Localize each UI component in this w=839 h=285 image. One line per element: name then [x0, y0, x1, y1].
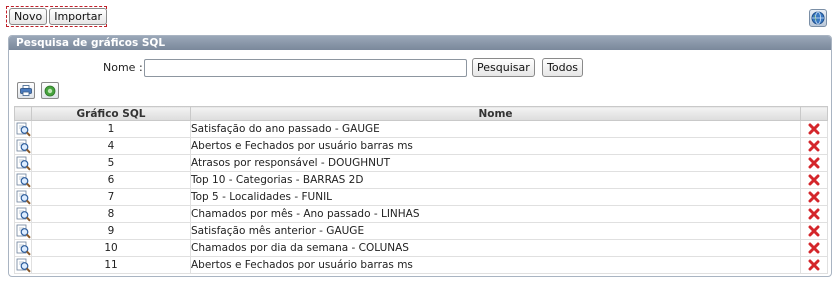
- delete-cell: [800, 239, 828, 257]
- print-icon[interactable]: [17, 82, 35, 99]
- import-button[interactable]: Importar: [49, 8, 107, 25]
- chart-name-cell: Chamados por mês - Ano passado - LINHAS: [190, 205, 801, 223]
- new-button[interactable]: Novo: [9, 8, 48, 25]
- table-row[interactable]: 5 Atrasos por responsável - DOUGHNUT: [14, 154, 828, 172]
- delete-column-header: [800, 106, 828, 121]
- delete-x-icon[interactable]: [801, 174, 827, 186]
- delete-cell: [800, 205, 828, 223]
- magnifier-icon[interactable]: [15, 258, 31, 273]
- chart-name-cell: Atrasos por responsável - DOUGHNUT: [190, 154, 801, 172]
- view-cell: [14, 120, 32, 138]
- delete-x-icon[interactable]: [801, 208, 827, 220]
- magnifier-icon[interactable]: [15, 241, 31, 256]
- panel-title: Pesquisa de gráficos SQL: [9, 36, 831, 50]
- delete-cell: [800, 171, 828, 189]
- chart-id-cell: 5: [31, 154, 191, 172]
- name-search-input[interactable]: [144, 59, 467, 77]
- chart-id-cell: 10: [31, 239, 191, 257]
- delete-cell: [800, 120, 828, 138]
- id-column-header[interactable]: Gráfico SQL: [31, 106, 191, 121]
- delete-x-icon[interactable]: [801, 225, 827, 237]
- view-cell: [14, 171, 32, 189]
- delete-x-icon[interactable]: [801, 259, 827, 271]
- view-cell: [14, 137, 32, 155]
- search-panel: Pesquisa de gráficos SQL Nome : Pesquisa…: [8, 35, 832, 277]
- globe-icon[interactable]: [809, 9, 827, 27]
- delete-x-icon[interactable]: [801, 191, 827, 203]
- view-column-header: [14, 106, 32, 121]
- magnifier-icon[interactable]: [15, 173, 31, 188]
- delete-cell: [800, 188, 828, 206]
- chart-name-cell: Top 5 - Localidades - FUNIL: [190, 188, 801, 206]
- chart-id-cell: 1: [31, 120, 191, 138]
- all-button[interactable]: Todos: [542, 58, 584, 77]
- view-cell: [14, 256, 32, 274]
- table-row[interactable]: 4 Abertos e Fechados por usuário barras m…: [14, 137, 828, 155]
- chart-name-cell: Abertos e Fechados por usuário barras ms: [190, 137, 801, 155]
- table-row[interactable]: 10 Chamados por dia da semana - COLUNAS: [14, 239, 828, 257]
- chart-name-cell: Top 10 - Categorias - BARRAS 2D: [190, 171, 801, 189]
- chart-id-cell: 11: [31, 256, 191, 274]
- table-row[interactable]: 9 Satisfação mês anterior - GAUGE: [14, 222, 828, 240]
- table-row[interactable]: 1 Satisfação do ano passado - GAUGE: [14, 120, 828, 138]
- view-cell: [14, 239, 32, 257]
- magnifier-icon[interactable]: [15, 190, 31, 205]
- delete-cell: [800, 154, 828, 172]
- table-body: 1 Satisfação do ano passado - GAUGE 4 Abert…: [14, 120, 828, 274]
- sql-charts-table: Gráfico SQL Nome 1 Satisfação do ano pass…: [14, 106, 828, 274]
- chart-id-cell: 6: [31, 171, 191, 189]
- magnifier-icon[interactable]: [15, 224, 31, 239]
- view-cell: [14, 222, 32, 240]
- view-cell: [14, 154, 32, 172]
- chart-name-cell: Satisfação mês anterior - GAUGE: [190, 222, 801, 240]
- table-row[interactable]: 11 Abertos e Fechados por usuário barras …: [14, 256, 828, 274]
- view-cell: [14, 188, 32, 206]
- table-row[interactable]: 6 Top 10 - Categorias - BARRAS 2D: [14, 171, 828, 189]
- chart-name-cell: Satisfação do ano passado - GAUGE: [190, 120, 801, 138]
- delete-x-icon[interactable]: [801, 140, 827, 152]
- delete-cell: [800, 137, 828, 155]
- delete-x-icon[interactable]: [801, 157, 827, 169]
- refresh-icon[interactable]: [41, 82, 59, 99]
- chart-id-cell: 8: [31, 205, 191, 223]
- table-row[interactable]: 7 Top 5 - Localidades - FUNIL: [14, 188, 828, 206]
- magnifier-icon[interactable]: [15, 122, 31, 137]
- search-row: Nome : Pesquisar Todos: [9, 57, 831, 79]
- chart-id-cell: 7: [31, 188, 191, 206]
- magnifier-icon[interactable]: [15, 139, 31, 154]
- name-column-header[interactable]: Nome: [190, 106, 801, 121]
- main-toolbar: Novo Importar: [6, 6, 107, 27]
- chart-id-cell: 4: [31, 137, 191, 155]
- table-row[interactable]: 8 Chamados por mês - Ano passado - LINHAS: [14, 205, 828, 223]
- delete-x-icon[interactable]: [801, 123, 827, 135]
- delete-cell: [800, 256, 828, 274]
- delete-x-icon[interactable]: [801, 242, 827, 254]
- view-cell: [14, 205, 32, 223]
- name-label: Nome :: [103, 61, 143, 74]
- table-header-row: Gráfico SQL Nome: [14, 106, 828, 121]
- chart-name-cell: Chamados por dia da semana - COLUNAS: [190, 239, 801, 257]
- magnifier-icon[interactable]: [15, 207, 31, 222]
- magnifier-icon[interactable]: [15, 156, 31, 171]
- chart-id-cell: 9: [31, 222, 191, 240]
- delete-cell: [800, 222, 828, 240]
- search-button[interactable]: Pesquisar: [472, 58, 535, 77]
- chart-name-cell: Abertos e Fechados por usuário barras ms: [190, 256, 801, 274]
